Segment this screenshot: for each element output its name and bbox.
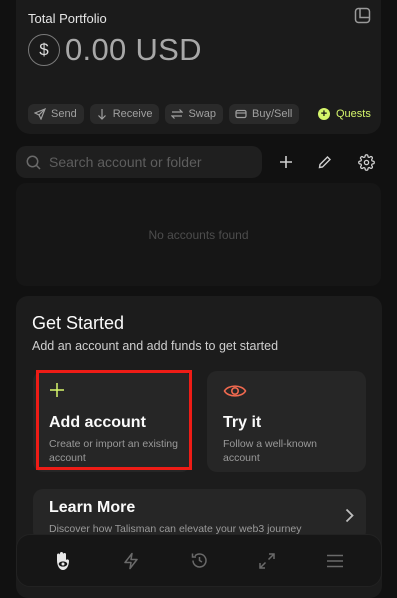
- settings-button[interactable]: [350, 146, 382, 178]
- add-account-button[interactable]: [270, 146, 302, 178]
- search-placeholder: Search account or folder: [49, 154, 202, 170]
- balance-amount: 0.00 USD: [65, 32, 202, 67]
- copy-icon[interactable]: [354, 7, 371, 24]
- receive-icon: [97, 109, 106, 120]
- expand-icon: [259, 552, 275, 569]
- plus-circle-icon: +: [318, 108, 330, 120]
- send-icon: [34, 108, 46, 120]
- plus-icon: [49, 382, 65, 403]
- portfolio-actions: Send Receive Swap Buy/Sell: [28, 104, 300, 124]
- currency-symbol: $: [39, 40, 49, 59]
- gear-icon: [357, 153, 375, 171]
- quests-label: Quests: [336, 108, 371, 120]
- portfolio-balance: $ 0.00 USD: [28, 32, 202, 68]
- get-started-title: Get Started: [32, 313, 125, 333]
- card-icon: [235, 109, 247, 119]
- add-account-description: Create or import an existing account: [49, 438, 178, 464]
- nav-expand[interactable]: [247, 541, 287, 581]
- try-it-description: Follow a well-known account: [223, 438, 317, 464]
- receive-label: Receive: [112, 108, 153, 120]
- nav-history[interactable]: [179, 541, 219, 581]
- try-it-card[interactable]: Try it Follow a well-known account: [207, 371, 366, 472]
- send-button[interactable]: Send: [28, 104, 84, 124]
- nav-activity[interactable]: [111, 541, 151, 581]
- empty-accounts-text: No accounts found: [148, 227, 249, 242]
- swap-label: Swap: [188, 108, 216, 120]
- search-icon: [26, 155, 41, 170]
- get-started-subtitle: Add an account and add funds to get star…: [32, 339, 279, 353]
- edit-button[interactable]: [309, 146, 341, 178]
- buy-sell-button[interactable]: Buy/Sell: [228, 104, 300, 124]
- lightning-icon: [124, 552, 138, 569]
- currency-toggle-button[interactable]: $: [28, 34, 60, 66]
- add-account-card[interactable]: Add account Create or import an existing…: [33, 371, 191, 472]
- receive-button[interactable]: Receive: [89, 104, 160, 124]
- portfolio-card: Total Portfolio $ 0.00 USD Send Receive …: [16, 0, 381, 134]
- send-label: Send: [51, 108, 77, 120]
- try-it-title: Try it: [223, 414, 262, 431]
- search-input[interactable]: Search account or folder: [16, 146, 262, 178]
- menu-icon: [327, 554, 343, 567]
- add-account-title: Add account: [49, 414, 146, 431]
- plus-icon: [280, 156, 292, 168]
- eye-icon: [223, 382, 247, 405]
- swap-button[interactable]: Swap: [165, 104, 223, 124]
- pencil-icon: [318, 156, 331, 169]
- accounts-list: No accounts found: [16, 183, 381, 286]
- buy-sell-label: Buy/Sell: [251, 108, 293, 120]
- chevron-right-icon: [345, 508, 354, 528]
- bottom-nav: [16, 534, 382, 587]
- learn-more-title: Learn More: [49, 499, 136, 516]
- nav-portfolio[interactable]: [43, 541, 83, 581]
- nav-menu[interactable]: [315, 541, 355, 581]
- history-icon: [191, 553, 207, 568]
- portfolio-title: Total Portfolio: [28, 11, 107, 26]
- talisman-logo-icon: [57, 551, 69, 570]
- quests-button[interactable]: + Quests: [318, 104, 371, 124]
- swap-icon: [171, 109, 184, 119]
